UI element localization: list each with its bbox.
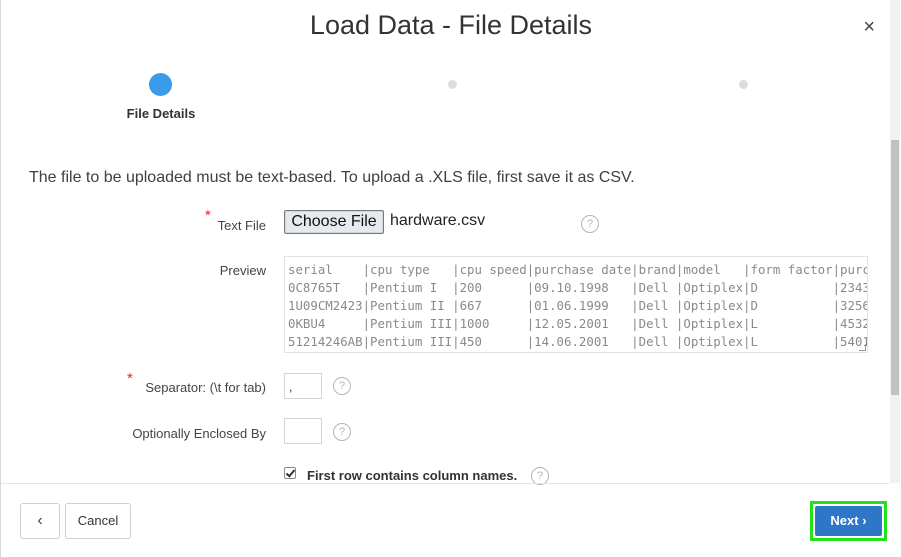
wizard-step-label: File Details — [126, 106, 196, 121]
next-button-label: Next — [830, 513, 859, 528]
separator-label: Separator: (\t for tab) — [145, 380, 266, 395]
back-button[interactable]: ‹ — [20, 503, 60, 539]
scrollbar-thumb[interactable] — [891, 140, 899, 395]
separator-input[interactable]: , — [284, 373, 322, 399]
preview-textarea[interactable]: serial |cpu type |cpu speed|purchase dat… — [284, 256, 868, 353]
preview-label: Preview — [219, 263, 266, 278]
wizard-step-dot-2 — [448, 80, 457, 89]
chevron-left-icon: ‹ — [37, 512, 43, 529]
next-button[interactable]: Next › — [815, 506, 882, 536]
load-data-dialog: Load Data - File Details × File Details … — [0, 0, 902, 557]
close-icon[interactable]: × — [863, 16, 875, 39]
first-row-checkbox[interactable] — [284, 467, 296, 479]
enclosed-by-input[interactable] — [284, 418, 322, 444]
choose-file-button[interactable]: Choose File — [284, 210, 384, 234]
enclosed-by-label: Optionally Enclosed By — [132, 426, 266, 441]
preview-content: serial |cpu type |cpu speed|purchase dat… — [288, 262, 868, 349]
help-icon[interactable]: ? — [581, 215, 599, 233]
wizard-step-dot-3 — [739, 80, 748, 89]
footer-divider — [1, 483, 889, 484]
text-file-label: Text File — [217, 218, 266, 233]
help-icon[interactable]: ? — [333, 377, 351, 395]
cancel-button[interactable]: Cancel — [65, 503, 131, 539]
first-row-label: First row contains column names. — [307, 468, 518, 483]
resize-handle-icon[interactable] — [859, 344, 866, 351]
next-button-highlight: Next › — [810, 501, 887, 541]
upload-info-text: The file to be uploaded must be text-bas… — [29, 169, 635, 186]
help-icon[interactable]: ? — [333, 423, 351, 441]
dialog-title: Load Data - File Details — [309, 10, 593, 40]
wizard-step-active-dot — [149, 73, 172, 96]
selected-file-name: hardware.csv — [390, 212, 486, 229]
chevron-right-icon: › — [862, 513, 867, 528]
